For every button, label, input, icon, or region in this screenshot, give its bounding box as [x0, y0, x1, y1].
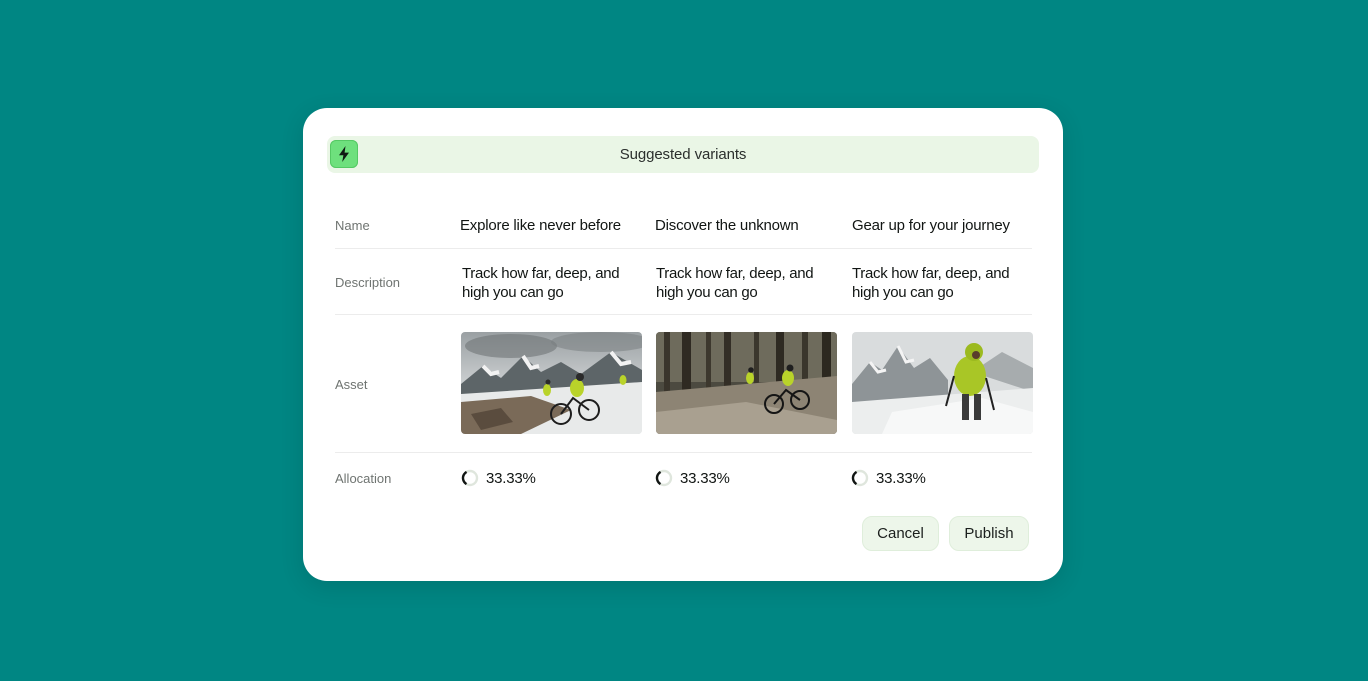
allocation-ring-icon — [655, 469, 673, 487]
page-background: Suggested variants Name Explore like nev… — [0, 0, 1368, 681]
row-label-name: Name — [335, 218, 370, 233]
publish-button[interactable]: Publish — [949, 516, 1029, 551]
variant-2-description: Track how far, deep, and high you can go — [656, 265, 814, 301]
row-label-allocation: Allocation — [335, 471, 392, 486]
row-divider — [335, 452, 1032, 453]
row-divider — [335, 314, 1032, 315]
row-label-description: Description — [335, 275, 401, 290]
hiker-snowy-mountain-image[interactable] — [852, 332, 1033, 434]
allocation-value: 33.33% — [876, 469, 926, 487]
variant-2-name: Discover the unknown — [655, 217, 799, 234]
mountain-bikers-forest-image[interactable] — [656, 332, 837, 434]
row-divider — [335, 248, 1032, 249]
dialog-title: Suggested variants — [619, 146, 747, 163]
variant-3-description: Track how far, deep, and high you can go — [852, 265, 1010, 301]
row-label-asset: Asset — [335, 377, 368, 392]
variant-1-name: Explore like never before — [460, 217, 621, 234]
variant-3-name: Gear up for your journey — [852, 217, 1010, 234]
dialog-header: Suggested variants — [327, 136, 1039, 173]
variant-3-allocation: 33.33% — [851, 468, 926, 488]
allocation-value: 33.33% — [680, 469, 730, 487]
allocation-ring-icon — [461, 469, 479, 487]
variant-1-allocation: 33.33% — [461, 468, 536, 488]
suggested-variants-dialog: Suggested variants Name Explore like nev… — [303, 108, 1063, 581]
lightning-bolt-icon — [330, 140, 358, 168]
variant-1-description: Track how far, deep, and high you can go — [462, 265, 620, 301]
variant-2-allocation: 33.33% — [655, 468, 730, 488]
allocation-ring-icon — [851, 469, 869, 487]
mountain-bikers-snowy-peaks-image[interactable] — [461, 332, 642, 434]
cancel-button[interactable]: Cancel — [862, 516, 939, 551]
allocation-value: 33.33% — [486, 469, 536, 487]
